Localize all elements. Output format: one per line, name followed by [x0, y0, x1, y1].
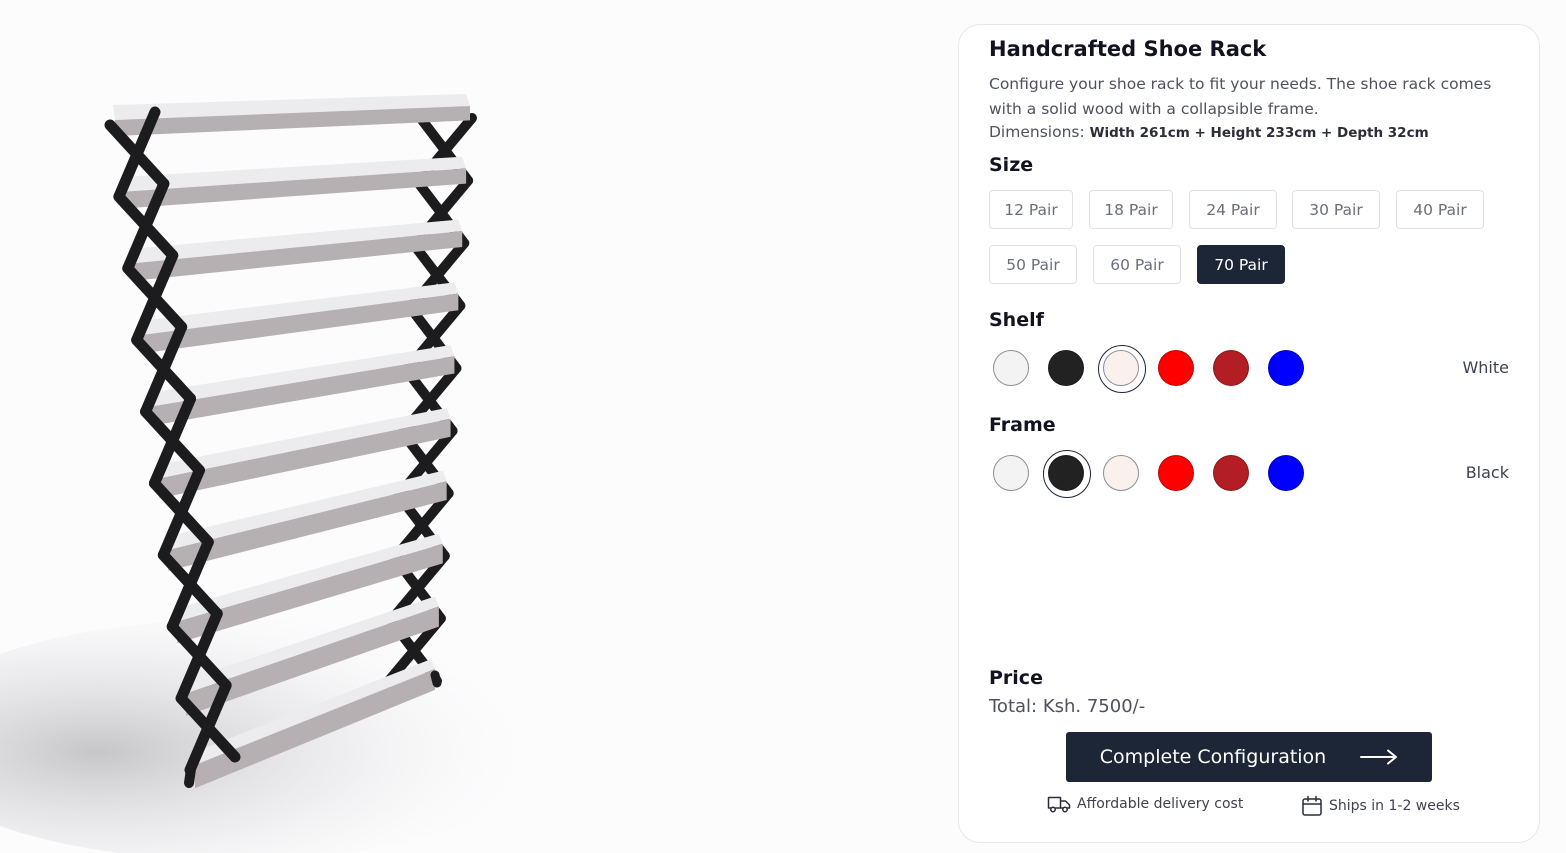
shelf-selected-color: White [1462, 358, 1509, 377]
frame-swatch-red[interactable] [1158, 455, 1194, 491]
frame-selected-color: Black [1465, 463, 1509, 482]
size-option-12-pair[interactable]: 12 Pair [989, 190, 1073, 229]
product-3d-viewer[interactable] [0, 0, 940, 853]
shelf-swatch-blue[interactable] [1268, 350, 1304, 386]
arrow-right-icon [1360, 749, 1398, 765]
shelf-swatch-black[interactable] [1048, 350, 1084, 386]
perk-shipping: Ships in 1-2 weeks [1301, 795, 1460, 817]
shelf-swatch-dark-red[interactable] [1213, 350, 1249, 386]
truck-icon [1047, 795, 1071, 813]
frame-swatch-blue[interactable] [1268, 455, 1304, 491]
frame-swatch-cream[interactable] [1103, 455, 1139, 491]
perk-shipping-text: Ships in 1-2 weeks [1329, 798, 1460, 814]
size-option-70-pair[interactable]: 70 Pair [1197, 245, 1285, 284]
frame-leg [430, 670, 442, 688]
size-option-60-pair[interactable]: 60 Pair [1093, 245, 1181, 284]
perk-delivery: Affordable delivery cost [1047, 795, 1243, 813]
shelf-swatch-red[interactable] [1158, 350, 1194, 386]
dimensions-label: Dimensions: [989, 123, 1085, 141]
shelf-swatch-cream[interactable] [1098, 345, 1146, 393]
perk-delivery-text: Affordable delivery cost [1077, 796, 1244, 812]
product-description: Configure your shoe rack to fit your nee… [989, 75, 1492, 118]
complete-configuration-button[interactable]: Complete Configuration [1066, 732, 1432, 782]
size-section-label: Size [989, 154, 1034, 176]
frame-leg [184, 764, 196, 788]
size-option-50-pair[interactable]: 50 Pair [989, 245, 1077, 284]
frame-swatch-black[interactable] [1043, 450, 1091, 498]
size-option-30-pair[interactable]: 30 Pair [1292, 190, 1380, 229]
price-label: Price [989, 667, 1043, 689]
configurator-panel: Handcrafted Shoe Rack Configure your sho… [958, 24, 1540, 843]
size-option-18-pair[interactable]: 18 Pair [1089, 190, 1173, 229]
size-option-40-pair[interactable]: 40 Pair [1396, 190, 1484, 229]
size-option-24-pair[interactable]: 24 Pair [1189, 190, 1277, 229]
shelf-swatch-white[interactable] [993, 350, 1029, 386]
calendar-icon [1301, 795, 1323, 817]
product-title: Handcrafted Shoe Rack [989, 37, 1267, 61]
frame-section-label: Frame [989, 414, 1056, 436]
frame-swatch-dark-red[interactable] [1213, 455, 1249, 491]
shelf-section-label: Shelf [989, 309, 1044, 331]
dimensions-value: Width 261cm + Height 233cm + Depth 32cm [1089, 125, 1429, 141]
price-total: Total: Ksh. 7500/- [989, 696, 1146, 717]
complete-configuration-label: Complete Configuration [1099, 746, 1327, 768]
frame-swatch-white[interactable] [993, 455, 1029, 491]
shoe-rack-render [0, 94, 560, 853]
dimensions-line: Dimensions: Width 261cm + Height 233cm +… [989, 123, 1429, 141]
